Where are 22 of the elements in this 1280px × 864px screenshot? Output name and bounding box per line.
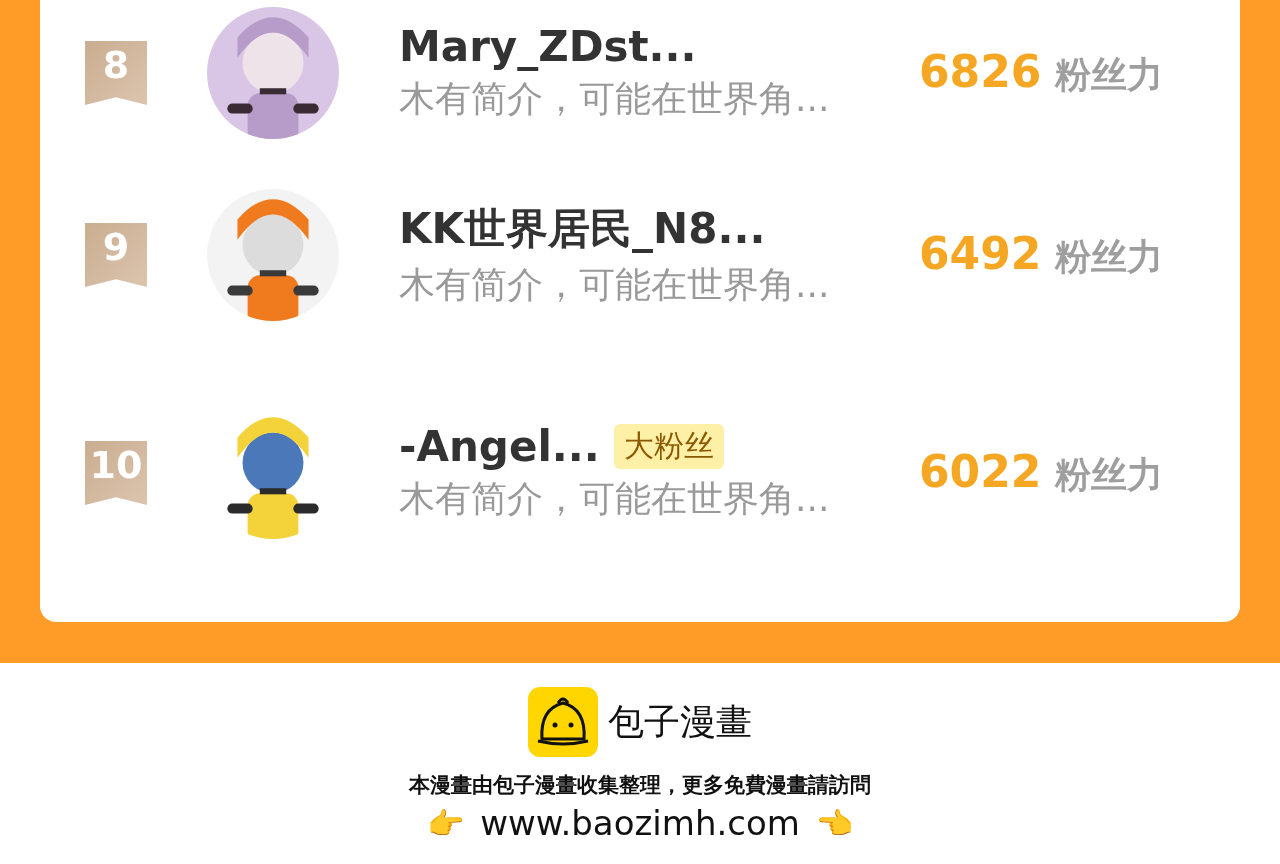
score-unit: 粉丝力 <box>1055 53 1164 97</box>
fan-score: 6826 <box>919 46 1042 97</box>
footer-note: 本漫畫由包子漫畫收集整理，更多免費漫畫請訪問 <box>409 772 871 799</box>
fan-score: 6022 <box>919 446 1042 497</box>
bun-logo-icon <box>528 687 598 757</box>
user-name: KK世界居民_N8... <box>399 202 766 255</box>
score-unit: 粉丝力 <box>1055 235 1164 279</box>
user-bio: 木有简介，可能在世界角... <box>399 77 831 121</box>
user-name: -Angel... <box>399 422 600 471</box>
rank-ribbon: 8 <box>85 41 147 105</box>
user-bio: 木有简介，可能在世界角... <box>399 262 831 307</box>
rank-ribbon: 10 <box>85 441 147 505</box>
pointing-hand: 👈 <box>815 805 853 841</box>
score-unit: 粉丝力 <box>1055 453 1164 497</box>
pointing-hand: 👉 <box>427 805 465 841</box>
fan-badge: 大粉丝 <box>613 424 724 469</box>
user-name: Mary_ZDst... <box>399 22 697 71</box>
rank-ribbon: 9 <box>85 223 147 287</box>
site-url: www.baozimh.com <box>480 803 800 843</box>
brand-name: 包子漫畫 <box>608 699 752 744</box>
fan-score: 6492 <box>919 228 1042 279</box>
user-bio: 木有简介，可能在世界角... <box>399 477 831 521</box>
